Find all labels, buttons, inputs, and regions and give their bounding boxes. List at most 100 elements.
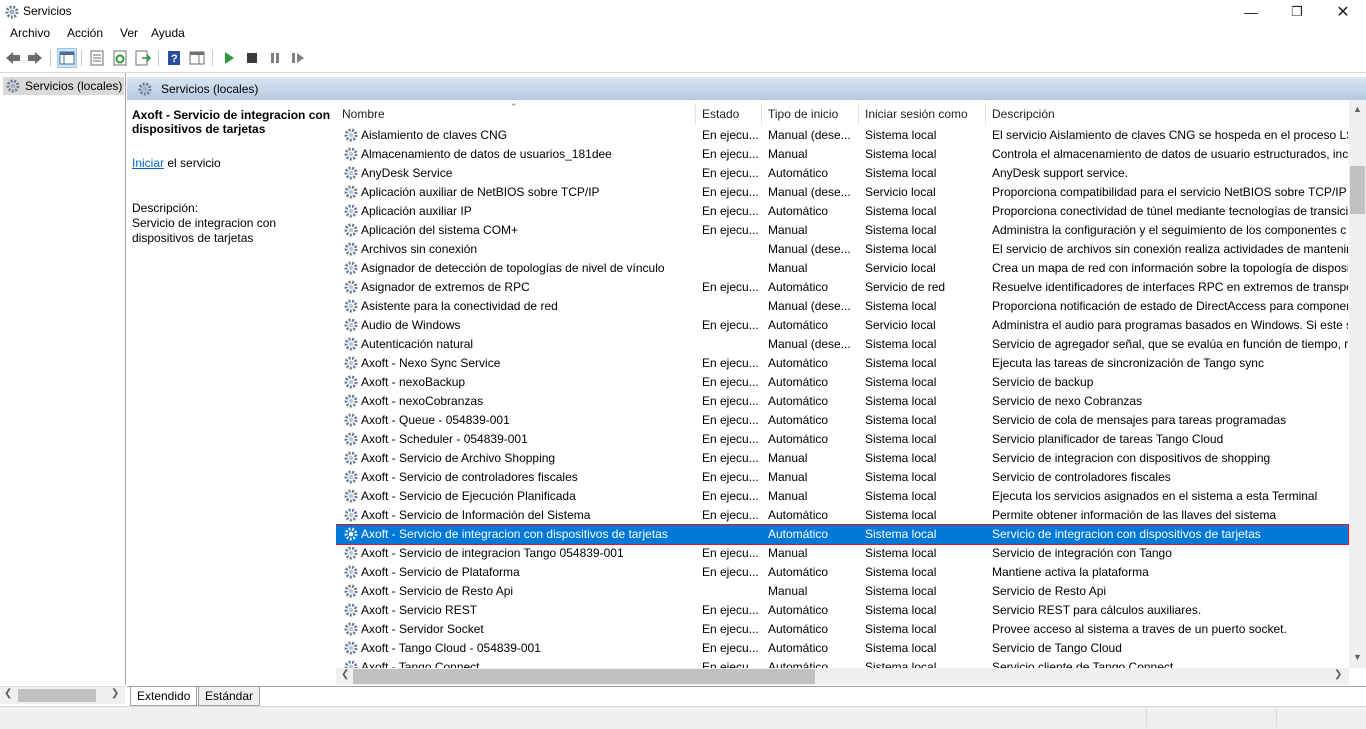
column-header-logon[interactable]: Iniciar sesión como: [859, 103, 986, 125]
cell-status: En ejecu...: [702, 185, 759, 199]
cell-startup-type: Automático: [768, 356, 829, 370]
table-row[interactable]: Axoft - Tango Connect En ejecu... Automáti…: [336, 658, 1348, 668]
service-gear-icon: [344, 318, 358, 332]
cell-status: En ejecu...: [702, 394, 759, 408]
table-row[interactable]: Axoft - Servicio de Archivo Shopping En e…: [336, 449, 1348, 468]
help-button[interactable]: ?: [164, 48, 184, 68]
scroll-left-icon[interactable]: ❮: [341, 669, 349, 680]
table-row[interactable]: Autenticación natural Manual (dese... Sist…: [336, 335, 1348, 354]
table-row[interactable]: Axoft - Servicio de Plataforma En ejecu..…: [336, 563, 1348, 582]
refresh-icon: [113, 50, 127, 66]
service-gear-icon: [344, 128, 358, 142]
table-row[interactable]: AnyDesk Service En ejecu... Automático Sist…: [336, 164, 1348, 183]
table-row[interactable]: Axoft - Servicio de controladores fiscal…: [336, 468, 1348, 487]
console-tree: Servicios (locales): [0, 73, 126, 685]
table-row[interactable]: Asignador de extremos de RPC En ejecu... A…: [336, 278, 1348, 297]
cell-logon-as: Servicio local: [865, 318, 936, 332]
cell-description: Servicio de integracion con dispositivos…: [992, 527, 1261, 541]
menu-ayuda[interactable]: Ayuda: [148, 26, 188, 40]
tree-horizontal-scrollbar[interactable]: ❮ ❯: [0, 686, 125, 704]
column-header-name[interactable]: Nombre ⌃: [336, 102, 696, 125]
cell-startup-type: Automático: [768, 375, 829, 389]
maximize-button[interactable]: ❐: [1274, 0, 1320, 24]
table-row[interactable]: Axoft - Servicio de Ejecución Planificad…: [336, 487, 1348, 506]
table-row[interactable]: Axoft - Nexo Sync Service En ejecu... Auto…: [336, 354, 1348, 373]
column-header-startup[interactable]: Tipo de inicio: [762, 103, 859, 125]
service-details-pane: Axoft - Servicio de integracion con disp…: [127, 100, 335, 685]
horizontal-scroll-thumb[interactable]: [353, 669, 815, 684]
service-gear-icon: [344, 147, 358, 161]
refresh-button[interactable]: [110, 48, 130, 68]
table-row[interactable]: Axoft - nexoCobranzas En ejecu... Automáti…: [336, 392, 1348, 411]
cell-logon-as: Sistema local: [865, 508, 937, 522]
action-pane-button[interactable]: [187, 48, 207, 68]
close-button[interactable]: ✕: [1320, 0, 1366, 24]
cell-status: En ejecu...: [702, 166, 759, 180]
cell-startup-type: Automático: [768, 204, 829, 218]
tab-extendido[interactable]: Extendido: [130, 687, 198, 706]
table-row[interactable]: Axoft - Queue - 054839-001 En ejecu... Aut…: [336, 411, 1348, 430]
table-row[interactable]: Axoft - Servicio de Información del Sist…: [336, 506, 1348, 525]
scroll-right-icon[interactable]: ❯: [1334, 669, 1342, 680]
menu-archivo[interactable]: Archivo: [7, 26, 53, 40]
minimize-button[interactable]: —: [1228, 0, 1274, 24]
table-row[interactable]: Axoft - Scheduler - 054839-001 En ejecu..…: [336, 430, 1348, 449]
column-header-description[interactable]: Descripción: [986, 103, 1348, 125]
table-row[interactable]: Asistente para la conectividad de red Man…: [336, 297, 1348, 316]
list-vertical-scrollbar[interactable]: ▲ ▼: [1349, 100, 1366, 668]
table-row[interactable]: Audio de Windows En ejecu... Automático Ser…: [336, 316, 1348, 335]
table-row[interactable]: Aislamiento de claves CNG En ejecu... Manu…: [336, 126, 1348, 145]
forward-button[interactable]: [25, 48, 45, 68]
start-service-button[interactable]: [219, 48, 239, 68]
menu-accion[interactable]: Acción: [64, 26, 106, 40]
cell-name: Axoft - Tango Cloud - 054839-001: [361, 641, 541, 655]
cell-description: Crea un mapa de red con información sobr…: [992, 261, 1348, 275]
pause-service-button[interactable]: [265, 48, 285, 68]
table-row[interactable]: Axoft - Servicio REST En ejecu... Automáti…: [336, 601, 1348, 620]
table-row[interactable]: Axoft - nexoBackup En ejecu... Automático S…: [336, 373, 1348, 392]
table-row[interactable]: Axoft - Servicio de integracion Tango 05…: [336, 544, 1348, 563]
scroll-down-icon[interactable]: ▼: [1353, 652, 1362, 662]
cell-name: Aplicación del sistema COM+: [361, 223, 519, 237]
tab-estandar[interactable]: Estándar: [198, 687, 261, 706]
export-list-button[interactable]: [133, 48, 153, 68]
cell-description: Servicio de Resto Api: [992, 584, 1107, 598]
cell-status: En ejecu...: [702, 451, 759, 465]
export-icon: [135, 50, 151, 66]
menu-ver[interactable]: Ver: [117, 26, 141, 40]
scroll-left-icon[interactable]: ❮: [4, 688, 12, 699]
table-row[interactable]: Axoft - Tango Cloud - 054839-001 En ejecu…: [336, 639, 1348, 658]
table-row[interactable]: Archivos sin conexión Manual (dese... Sist…: [336, 240, 1348, 259]
service-gear-icon: [344, 527, 358, 541]
column-header-status[interactable]: Estado: [696, 103, 762, 125]
tree-item-services-local[interactable]: Servicios (locales): [3, 77, 125, 95]
table-row[interactable]: Axoft - Servicio de Resto Api Manual Siste…: [336, 582, 1348, 601]
table-row[interactable]: Asignador de detección de topologías de …: [336, 259, 1348, 278]
back-button[interactable]: [3, 48, 23, 68]
services-list: Nombre ⌃ Estado Tipo de inicio Iniciar s…: [336, 100, 1366, 668]
properties-button[interactable]: [87, 48, 107, 68]
table-row-selected[interactable]: Axoft - Servicio de integracion con disp…: [336, 524, 1349, 545]
scroll-up-icon[interactable]: ▲: [1353, 104, 1362, 114]
cell-startup-type: Automático: [768, 318, 829, 332]
restart-service-button[interactable]: [288, 48, 308, 68]
show-console-tree-button[interactable]: [57, 48, 77, 68]
list-horizontal-scrollbar[interactable]: ❮ ❯: [336, 668, 1349, 685]
cell-status: En ejecu...: [702, 565, 759, 579]
close-icon: ✕: [1336, 4, 1350, 21]
vertical-scroll-thumb[interactable]: [1350, 166, 1365, 214]
scroll-right-icon[interactable]: ❯: [111, 688, 119, 699]
table-row[interactable]: Almacenamiento de datos de usuarios_181d…: [336, 145, 1348, 164]
table-row[interactable]: Aplicación del sistema COM+ En ejecu... Ma…: [336, 221, 1348, 240]
table-row[interactable]: Aplicación auxiliar IP En ejecu... Automát…: [336, 202, 1348, 221]
cell-startup-type: Automático: [768, 394, 829, 408]
table-row[interactable]: Aplicación auxiliar de NetBIOS sobre TCP…: [336, 183, 1348, 202]
table-row[interactable]: Axoft - Servidor Socket En ejecu... Automá…: [336, 620, 1348, 639]
properties-icon: [90, 50, 104, 66]
service-gear-icon: [344, 280, 358, 294]
start-service-link[interactable]: Iniciar: [132, 156, 164, 170]
stop-service-button[interactable]: [242, 48, 262, 68]
cell-description: Administra la configuración y el seguimi…: [992, 223, 1347, 237]
tree-scroll-thumb[interactable]: [18, 689, 96, 702]
cell-startup-type: Manual (dese...: [768, 185, 851, 199]
